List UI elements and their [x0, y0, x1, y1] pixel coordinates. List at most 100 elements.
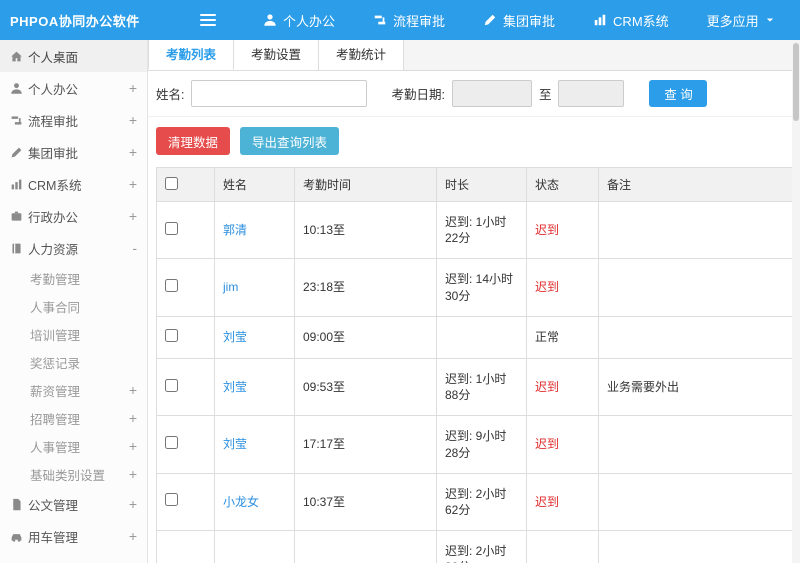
vertical-scrollbar[interactable]: [792, 41, 800, 563]
select-all-checkbox[interactable]: [165, 176, 178, 190]
car-icon: [10, 530, 28, 543]
tab-attendance-stats[interactable]: 考勤统计: [319, 40, 405, 70]
expand-toggle-icon[interactable]: +: [125, 176, 137, 192]
user-icon: [263, 13, 277, 27]
home-icon: [10, 50, 28, 63]
employee-name-link[interactable]: 郭清: [223, 223, 247, 237]
table-row: 管理员10:54至10:54迟到: 2小时90分早退: 7小时10分迟到/早退1…: [156, 530, 793, 563]
edit-icon: [10, 146, 28, 159]
status-text: 迟到: [526, 258, 599, 317]
employee-name-link[interactable]: jim: [223, 280, 238, 294]
nav-workflow-approval[interactable]: 流程审批: [354, 0, 464, 40]
nav-group-approval[interactable]: 集团审批: [464, 0, 574, 40]
tab-attendance-list[interactable]: 考勤列表: [148, 40, 235, 70]
expand-toggle-icon[interactable]: +: [125, 410, 137, 426]
sidebar-subitem[interactable]: 人事管理 +: [0, 432, 147, 460]
name-input[interactable]: [191, 80, 368, 107]
date-to-label: 至: [538, 88, 552, 102]
column-header: 姓名: [214, 167, 295, 202]
chart-icon: [593, 13, 607, 27]
expand-toggle-icon[interactable]: +: [125, 80, 137, 96]
table-body: 郭清 10:13至 迟到: 1小时22分 迟到 jim 23:18至 迟到: 14小时30分…: [156, 200, 793, 563]
sidebar-subitem[interactable]: 考勤管理: [0, 264, 147, 292]
nav-crm-system[interactable]: CRM系统: [574, 0, 688, 40]
status-text: 正常: [526, 315, 599, 359]
sidebar-item[interactable]: 流程审批 +: [0, 104, 147, 136]
row-checkbox[interactable]: [165, 328, 178, 342]
note: 业务需要外出: [598, 357, 793, 417]
nav-more-apps[interactable]: 更多应用: [688, 0, 794, 40]
sidebar-item[interactable]: 人力资源 -: [0, 232, 147, 264]
note: [598, 472, 793, 532]
duration: 迟到: 14小时30分: [436, 258, 527, 317]
date-to-input[interactable]: [558, 80, 625, 107]
duration: 迟到: 1小时22分: [436, 200, 527, 260]
sidebar-item[interactable]: 用车管理 +: [0, 520, 147, 552]
expand-toggle-icon[interactable]: +: [125, 208, 137, 224]
status-text: 迟到: [526, 357, 599, 417]
table-row: 郭清 10:13至 迟到: 1小时22分 迟到: [156, 200, 793, 260]
sidebar-subitem[interactable]: 奖惩记录: [0, 348, 147, 376]
note: [598, 200, 793, 260]
row-checkbox[interactable]: [165, 378, 178, 392]
select-all-header: [156, 167, 215, 202]
employee-name-link[interactable]: 刘莹: [223, 330, 247, 344]
flow-icon: [373, 13, 387, 27]
column-header: 备注: [598, 167, 793, 202]
row-checkbox[interactable]: [165, 493, 178, 507]
row-checkbox[interactable]: [165, 278, 178, 292]
hamburger-menu-icon[interactable]: [200, 11, 216, 29]
attendance-time: 10:37至: [294, 472, 437, 532]
app-brand: PHPOA协同办公软件: [10, 13, 140, 29]
sidebar-item[interactable]: 公文管理 +: [0, 488, 147, 520]
sidebar-item[interactable]: CRM系统 +: [0, 168, 147, 200]
table-row: jim 23:18至 迟到: 14小时30分 迟到: [156, 258, 793, 317]
note: [598, 258, 793, 317]
sidebar-subitem[interactable]: 薪资管理 +: [0, 376, 147, 404]
duration: 迟到: 9小时28分: [436, 415, 527, 474]
duration: 迟到: 2小时62分: [436, 472, 527, 532]
expand-toggle-icon[interactable]: +: [125, 382, 137, 398]
sidebar-item[interactable]: 个人桌面: [0, 40, 147, 72]
sidebar-subitem[interactable]: 培训管理: [0, 320, 147, 348]
duration: [436, 315, 527, 359]
expand-toggle-icon[interactable]: +: [125, 112, 137, 128]
sidebar-subitem[interactable]: 招聘管理 +: [0, 404, 147, 432]
expand-toggle-icon[interactable]: +: [125, 528, 137, 544]
sidebar-subitem[interactable]: 人事合同: [0, 292, 147, 320]
sidebar-item[interactable]: 个人办公 +: [0, 72, 147, 104]
nav-personal-office[interactable]: 个人办公: [244, 0, 354, 40]
attendance-time: 09:00至: [294, 315, 437, 359]
book-icon: [10, 242, 28, 255]
date-from-input[interactable]: [451, 80, 532, 107]
sidebar-subitem[interactable]: 基础类别设置 +: [0, 460, 147, 488]
table-row: 刘莹 09:00至 正常: [156, 315, 793, 359]
column-header: 考勤时间: [294, 167, 437, 202]
tab-attendance-settings[interactable]: 考勤设置: [234, 40, 320, 70]
sidebar-item[interactable]: 集团审批 +: [0, 136, 147, 168]
expand-toggle-icon[interactable]: -: [125, 240, 137, 256]
topbar: PHPOA协同办公软件 个人办公 流程审批 集团审批 CRM系统 更多应用: [0, 0, 800, 40]
employee-name-link[interactable]: 刘莹: [223, 380, 247, 394]
employee-name-link[interactable]: 刘莹: [223, 437, 247, 451]
caret-down-icon: [765, 15, 775, 25]
tab-bar: 考勤列表 考勤设置 考勤统计: [148, 40, 800, 71]
briefcase-icon: [10, 210, 28, 223]
expand-toggle-icon[interactable]: +: [125, 144, 137, 160]
sidebar-item[interactable]: 行政办公 +: [0, 200, 147, 232]
flow-icon: [10, 114, 28, 127]
expand-toggle-icon[interactable]: +: [125, 466, 137, 482]
column-header: 状态: [526, 167, 599, 202]
expand-toggle-icon[interactable]: +: [125, 438, 137, 454]
attendance-time: 10:13至: [294, 200, 437, 260]
expand-toggle-icon[interactable]: +: [125, 496, 137, 512]
export-list-button[interactable]: 导出查询列表: [240, 127, 340, 155]
scrollbar-thumb[interactable]: [793, 43, 799, 121]
employee-name-link[interactable]: 小龙女: [223, 495, 259, 509]
clean-data-button[interactable]: 清理数据: [156, 127, 231, 155]
row-checkbox[interactable]: [165, 221, 178, 235]
search-button[interactable]: 查 询: [649, 80, 708, 107]
table-row: 刘莹 17:17至 迟到: 9小时28分 迟到: [156, 415, 793, 474]
row-checkbox[interactable]: [165, 435, 178, 449]
date-filter-label: 考勤日期:: [391, 88, 445, 102]
